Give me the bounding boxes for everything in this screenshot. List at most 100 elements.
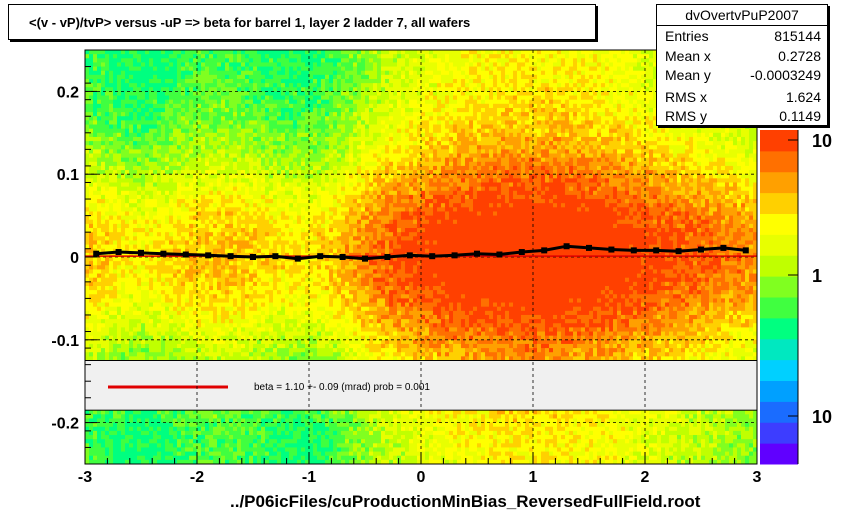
heatmap-cell bbox=[149, 203, 154, 208]
heatmap-cell bbox=[97, 157, 102, 163]
heatmap-cell bbox=[185, 182, 190, 188]
heatmap-cell bbox=[253, 310, 258, 316]
heatmap-cell bbox=[113, 132, 118, 138]
heatmap-cell bbox=[273, 161, 278, 167]
heatmap-cell bbox=[117, 339, 122, 345]
heatmap-cell bbox=[101, 244, 106, 250]
heatmap-cell bbox=[205, 298, 210, 304]
heatmap-cell bbox=[225, 132, 230, 138]
heatmap-cell bbox=[269, 414, 274, 419]
heatmap-cell bbox=[149, 70, 154, 76]
heatmap-cell bbox=[257, 285, 262, 291]
heatmap-cell bbox=[181, 348, 186, 353]
heatmap-cell bbox=[233, 248, 238, 254]
heatmap-cell bbox=[245, 323, 250, 328]
heatmap-cell bbox=[169, 95, 174, 101]
heatmap-cell bbox=[121, 207, 126, 212]
heatmap-cell bbox=[225, 352, 230, 357]
heatmap-cell bbox=[269, 319, 274, 324]
heatmap-cell bbox=[273, 141, 278, 146]
heatmap-cell bbox=[197, 141, 202, 146]
heatmap-cell bbox=[253, 182, 258, 188]
heatmap-cell bbox=[125, 298, 130, 304]
heatmap-cell bbox=[269, 161, 274, 167]
heatmap-cell bbox=[177, 78, 182, 84]
heatmap-cell bbox=[173, 298, 178, 304]
heatmap-cell bbox=[217, 74, 222, 80]
heatmap-cell bbox=[93, 157, 98, 163]
heatmap-cell bbox=[237, 145, 242, 150]
heatmap-cell bbox=[253, 352, 258, 357]
heatmap-cell bbox=[233, 290, 238, 295]
heatmap-cell bbox=[93, 439, 98, 444]
heatmap-cell bbox=[109, 207, 114, 212]
heatmap-cell bbox=[245, 124, 250, 130]
heatmap-cell bbox=[169, 132, 174, 138]
heatmap-cell bbox=[245, 78, 250, 84]
heatmap-cell bbox=[173, 327, 178, 333]
heatmap-cell bbox=[145, 343, 150, 349]
heatmap-cell bbox=[249, 58, 254, 63]
heatmap-cell bbox=[209, 339, 214, 345]
heatmap-cell bbox=[161, 103, 166, 109]
heatmap-cell bbox=[141, 128, 146, 134]
heatmap-cell bbox=[113, 50, 118, 55]
heatmap-cell bbox=[89, 269, 94, 275]
heatmap-cell bbox=[141, 161, 146, 167]
heatmap-cell bbox=[269, 74, 274, 80]
heatmap-cell bbox=[153, 120, 158, 126]
heatmap-cell bbox=[117, 103, 122, 109]
heatmap-cell bbox=[113, 136, 118, 142]
heatmap-cell bbox=[205, 319, 210, 324]
heatmap-cell bbox=[129, 161, 134, 167]
heatmap-cell bbox=[117, 186, 122, 192]
heatmap-cell bbox=[209, 190, 214, 196]
heatmap-cell bbox=[237, 331, 242, 337]
heatmap-cell bbox=[273, 285, 278, 291]
heatmap-cell bbox=[149, 426, 154, 432]
heatmap-cell bbox=[261, 248, 266, 254]
heatmap-cell bbox=[237, 194, 242, 200]
heatmap-cell bbox=[145, 54, 150, 59]
heatmap-cell bbox=[117, 116, 122, 121]
heatmap-cell bbox=[85, 58, 90, 63]
heatmap-cell bbox=[105, 430, 110, 436]
heatmap-cell bbox=[205, 157, 210, 163]
heatmap-cell bbox=[121, 240, 126, 246]
heatmap-cell bbox=[125, 319, 130, 324]
heatmap-cell bbox=[225, 62, 230, 68]
heatmap-cell bbox=[261, 120, 266, 126]
heatmap-cell bbox=[169, 124, 174, 130]
heatmap-cell bbox=[125, 78, 130, 84]
heatmap-cell bbox=[109, 269, 114, 275]
heatmap-cell bbox=[253, 178, 258, 183]
heatmap-cell bbox=[225, 116, 230, 121]
heatmap-cell bbox=[133, 223, 138, 229]
heatmap-cell bbox=[209, 74, 214, 80]
heatmap-cell bbox=[237, 298, 242, 304]
heatmap-cell bbox=[237, 261, 242, 266]
heatmap-cell bbox=[189, 435, 194, 440]
heatmap-cell bbox=[121, 298, 126, 304]
heatmap-cell bbox=[205, 149, 210, 154]
heatmap-cell bbox=[109, 439, 114, 444]
heatmap-cell bbox=[117, 257, 122, 262]
heatmap-cell bbox=[85, 157, 90, 163]
heatmap-cell bbox=[113, 281, 118, 287]
heatmap-cell bbox=[105, 207, 110, 212]
heatmap-cell bbox=[137, 430, 142, 436]
heatmap-cell bbox=[217, 248, 222, 254]
heatmap-cell bbox=[121, 66, 126, 72]
heatmap-cell bbox=[165, 343, 170, 349]
heatmap-cell bbox=[189, 269, 194, 275]
heatmap-cell bbox=[101, 273, 106, 279]
heatmap-cell bbox=[273, 339, 278, 345]
heatmap-cell bbox=[245, 62, 250, 68]
heatmap-cell bbox=[205, 78, 210, 84]
heatmap-cell bbox=[177, 257, 182, 262]
heatmap-cell bbox=[253, 422, 258, 428]
heatmap-cell bbox=[169, 207, 174, 212]
heatmap-cell bbox=[273, 451, 278, 457]
heatmap-cell bbox=[113, 314, 118, 320]
heatmap-cell bbox=[209, 161, 214, 167]
